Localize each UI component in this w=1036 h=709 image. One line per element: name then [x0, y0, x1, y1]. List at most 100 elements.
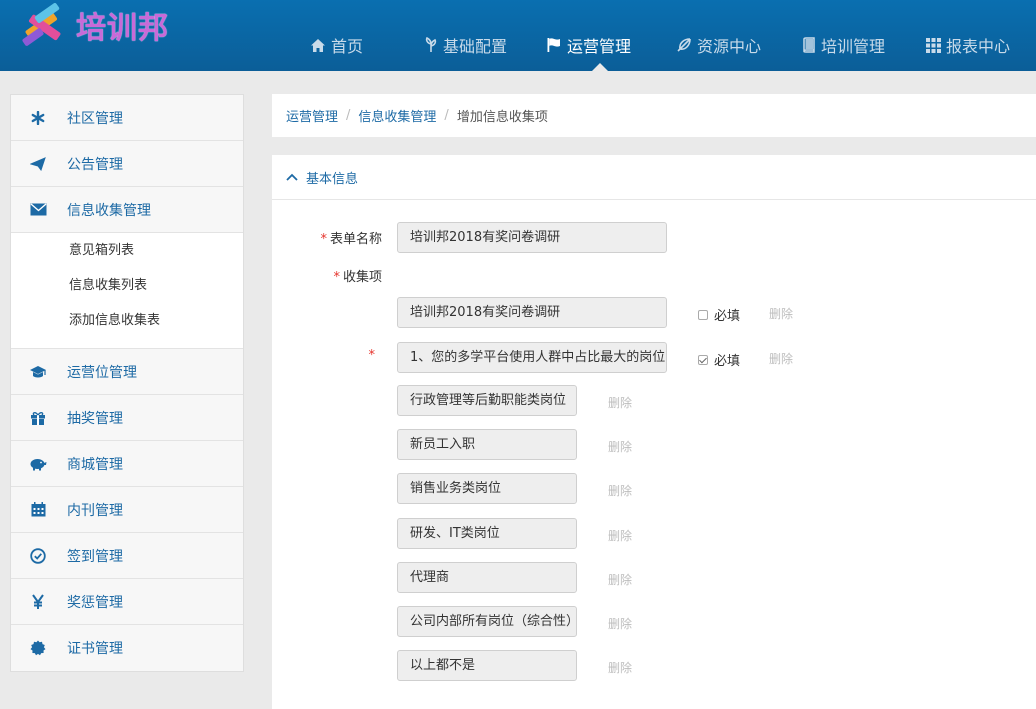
sidebar-item-label: 社区管理 [67, 110, 123, 127]
gift-icon [29, 409, 47, 427]
option-input[interactable]: 销售业务类岗位 [397, 473, 577, 504]
sidebar-item-lottery[interactable]: 抽奖管理 [11, 395, 243, 441]
nav-item-basic-config[interactable]: 基础配置 [412, 30, 536, 60]
paper-plane-icon [29, 155, 47, 173]
sidebar-item-operation-slot[interactable]: 运营位管理 [11, 349, 243, 395]
delete-link[interactable]: 删除 [608, 438, 632, 455]
delete-link[interactable]: 删除 [608, 482, 632, 499]
nav-label: 基础配置 [443, 37, 508, 56]
sidebar-item-label: 运营位管理 [67, 364, 137, 381]
sidebar-item-mall[interactable]: 商城管理 [11, 441, 243, 487]
brand-name: 培训邦 [76, 11, 169, 46]
leaf-icon [424, 37, 438, 53]
asterisk-icon [29, 109, 47, 127]
sidebar-item-label: 签到管理 [67, 548, 123, 565]
sidebar-item-journal[interactable]: 内刊管理 [11, 487, 243, 533]
delete-link[interactable]: 删除 [608, 527, 632, 544]
nav-label: 培训管理 [821, 37, 886, 56]
nav-label: 资源中心 [697, 37, 762, 56]
required-mark: * [368, 348, 376, 363]
nav-label: 运营管理 [567, 37, 632, 56]
option-input[interactable]: 代理商 [397, 562, 577, 593]
check-circle-icon [29, 547, 47, 565]
sidebar-subitem-add-collection-form[interactable]: 添加信息收集表 [11, 309, 243, 344]
graduation-cap-icon [29, 363, 47, 381]
checkbox-box [698, 354, 708, 365]
sidebar-item-label: 商城管理 [67, 456, 123, 473]
delete-link[interactable]: 删除 [608, 571, 632, 588]
nav-label: 报表中心 [946, 37, 1011, 56]
sidebar-submenu: 意见箱列表 信息收集列表 添加信息收集表 [11, 233, 243, 349]
nav-item-reports[interactable]: 报表中心 [918, 30, 1034, 60]
required-checkbox-label: 必填 [714, 354, 741, 369]
top-header: 培训邦 首页 基础配置 运营管理 资源中心 培训管理 报表中心 [0, 0, 1036, 71]
nav-item-resource-center[interactable]: 资源中心 [664, 30, 792, 60]
required-checkbox-label: 必填 [714, 309, 741, 324]
delete-link[interactable]: 删除 [769, 350, 793, 367]
sidebar-item-community[interactable]: 社区管理 [11, 95, 243, 141]
checkbox-box [698, 309, 708, 320]
sidebar-item-info-collection[interactable]: 信息收集管理 [11, 187, 243, 233]
sidebar-item-label: 信息收集管理 [67, 202, 151, 219]
delete-link[interactable]: 删除 [608, 394, 632, 411]
delete-link[interactable]: 删除 [608, 659, 632, 676]
required-checkbox[interactable]: 必填 [698, 305, 740, 324]
sidebar-subitem-collection-list[interactable]: 信息收集列表 [11, 274, 243, 309]
flag-icon [546, 37, 562, 53]
option-input[interactable]: 以上都不是 [397, 650, 577, 681]
option-input[interactable]: 新员工入职 [397, 429, 577, 460]
required-mark: * [333, 270, 340, 285]
grid-icon [926, 37, 941, 53]
envelope-icon [29, 201, 47, 219]
sidebar-item-label: 公告管理 [67, 156, 123, 173]
option-input[interactable]: 研发、IT类岗位 [397, 518, 577, 549]
sidebar-item-checkin[interactable]: 签到管理 [11, 533, 243, 579]
brand-logo[interactable]: 培训邦 [18, 2, 169, 48]
nav-item-operations[interactable]: 运营管理 [536, 30, 664, 71]
nav-item-training[interactable]: 培训管理 [792, 30, 918, 60]
form-name-input[interactable]: 培训邦2018有奖问卷调研 [397, 222, 667, 253]
collect-item-input[interactable]: 培训邦2018有奖问卷调研 [397, 297, 667, 328]
collect-items-label: * 收集项 [312, 266, 382, 285]
sidebar-item-label: 奖惩管理 [67, 594, 123, 611]
main-nav: 首页 基础配置 运营管理 资源中心 培训管理 报表中心 [300, 30, 1034, 71]
question-required-mark: * [368, 348, 378, 363]
nav-item-home[interactable]: 首页 [300, 30, 412, 60]
certificate-icon [29, 639, 47, 657]
collect-item-input[interactable]: 1、您的多学平台使用人群中占比最大的岗位 [397, 342, 667, 373]
sidebar-item-label: 内刊管理 [67, 502, 123, 519]
sidebar-item-announcement[interactable]: 公告管理 [11, 141, 243, 187]
piggy-bank-icon [29, 455, 47, 473]
book-icon [802, 37, 816, 53]
option-input[interactable]: 公司内部所有岗位（综合性） [397, 606, 577, 637]
feather-icon [676, 37, 692, 53]
breadcrumb-info-collection[interactable]: 信息收集管理 [358, 106, 436, 125]
collect-items-label-text: 收集项 [342, 270, 382, 285]
logo-mark-icon [22, 3, 61, 46]
option-input[interactable]: 行政管理等后勤职能类岗位 [397, 385, 577, 416]
breadcrumb-separator: / [346, 108, 351, 123]
sidebar: 社区管理 公告管理 信息收集管理 意见箱列表 信息收集列表 添加信息收集表 运营… [10, 94, 244, 672]
required-mark: * [320, 232, 327, 247]
home-icon [310, 38, 326, 53]
breadcrumb-current: 增加信息收集项 [456, 110, 548, 125]
sidebar-item-reward-punish[interactable]: 奖惩管理 [11, 579, 243, 625]
breadcrumb-separator: / [444, 108, 449, 123]
sidebar-item-certificate[interactable]: 证书管理 [11, 625, 243, 671]
delete-link[interactable]: 删除 [769, 305, 793, 322]
form-name-label: * 表单名称 [312, 228, 382, 247]
required-checkbox[interactable]: 必填 [698, 350, 740, 369]
panel-title: 基本信息 [306, 171, 359, 187]
breadcrumb: 运营管理 / 信息收集管理 / 增加信息收集项 [272, 94, 1036, 137]
sidebar-item-label: 证书管理 [67, 641, 123, 657]
form-name-label-text: 表单名称 [329, 232, 382, 247]
nav-label: 首页 [331, 37, 364, 56]
yen-icon [29, 593, 47, 611]
delete-link[interactable]: 删除 [608, 615, 632, 632]
sidebar-subitem-suggestion-box[interactable]: 意见箱列表 [11, 239, 243, 274]
breadcrumb-operations[interactable]: 运营管理 [286, 106, 338, 125]
chevron-up-icon [286, 173, 298, 181]
panel-header[interactable]: 基本信息 [272, 155, 1036, 200]
basic-info-panel: 基本信息 * 表单名称 培训邦2018有奖问卷调研 * 收集项 培训邦2018有奖问… [272, 155, 1036, 709]
sidebar-item-label: 抽奖管理 [67, 410, 123, 427]
